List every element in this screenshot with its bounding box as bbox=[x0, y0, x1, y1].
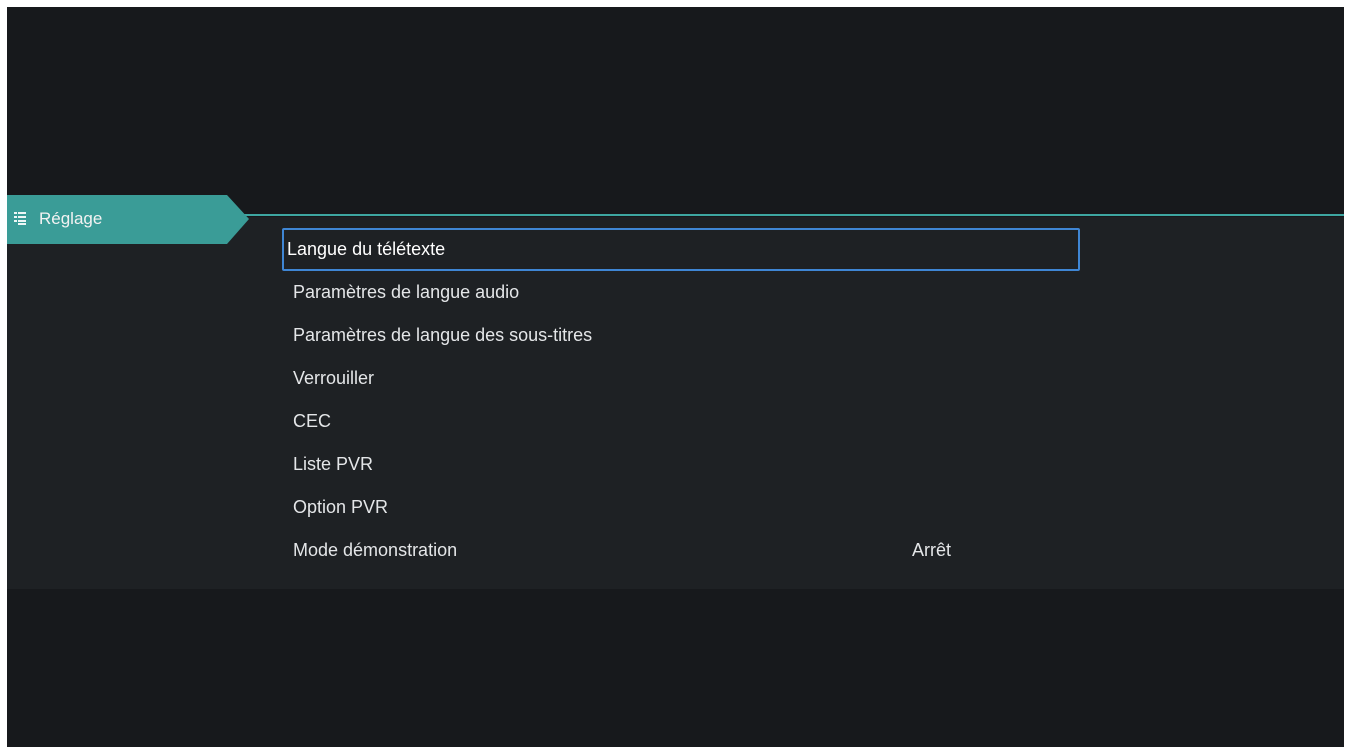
menu-item-pvr-list[interactable]: Liste PVR bbox=[282, 443, 1080, 486]
menu-item-label: Liste PVR bbox=[293, 454, 374, 474]
list-icon bbox=[14, 212, 26, 225]
tv-screen: Réglage Langue du télétexte Paramètres d… bbox=[7, 7, 1344, 747]
settings-menu: Langue du télétexte Paramètres de langue… bbox=[282, 228, 1349, 572]
menu-item-demo-mode[interactable]: Mode démonstration Arrêt bbox=[282, 529, 1080, 572]
menu-item-label: Paramètres de langue audio bbox=[293, 282, 520, 302]
menu-item-lock[interactable]: Verrouiller bbox=[282, 357, 1080, 400]
menu-item-pvr-option[interactable]: Option PVR bbox=[282, 486, 1080, 529]
menu-item-label: Verrouiller bbox=[293, 368, 375, 388]
menu-item-cec[interactable]: CEC bbox=[282, 400, 1080, 443]
demo-mode-value: Arrêt bbox=[912, 540, 952, 560]
header-divider bbox=[242, 214, 1344, 216]
menu-item-label: Langue du télétexte bbox=[287, 239, 446, 259]
settings-tab-label: Réglage bbox=[39, 209, 103, 228]
menu-item-teletext-language[interactable]: Langue du télétexte bbox=[282, 228, 1080, 271]
menu-item-label: CEC bbox=[293, 411, 332, 431]
menu-item-label: Option PVR bbox=[293, 497, 389, 517]
menu-item-audio-language[interactable]: Paramètres de langue audio bbox=[282, 271, 1080, 314]
menu-item-subtitle-language[interactable]: Paramètres de langue des sous-titres bbox=[282, 314, 1080, 357]
settings-tab[interactable]: Réglage bbox=[7, 195, 249, 244]
menu-item-label: Paramètres de langue des sous-titres bbox=[293, 325, 593, 345]
menu-item-label: Mode démonstration bbox=[293, 540, 458, 560]
